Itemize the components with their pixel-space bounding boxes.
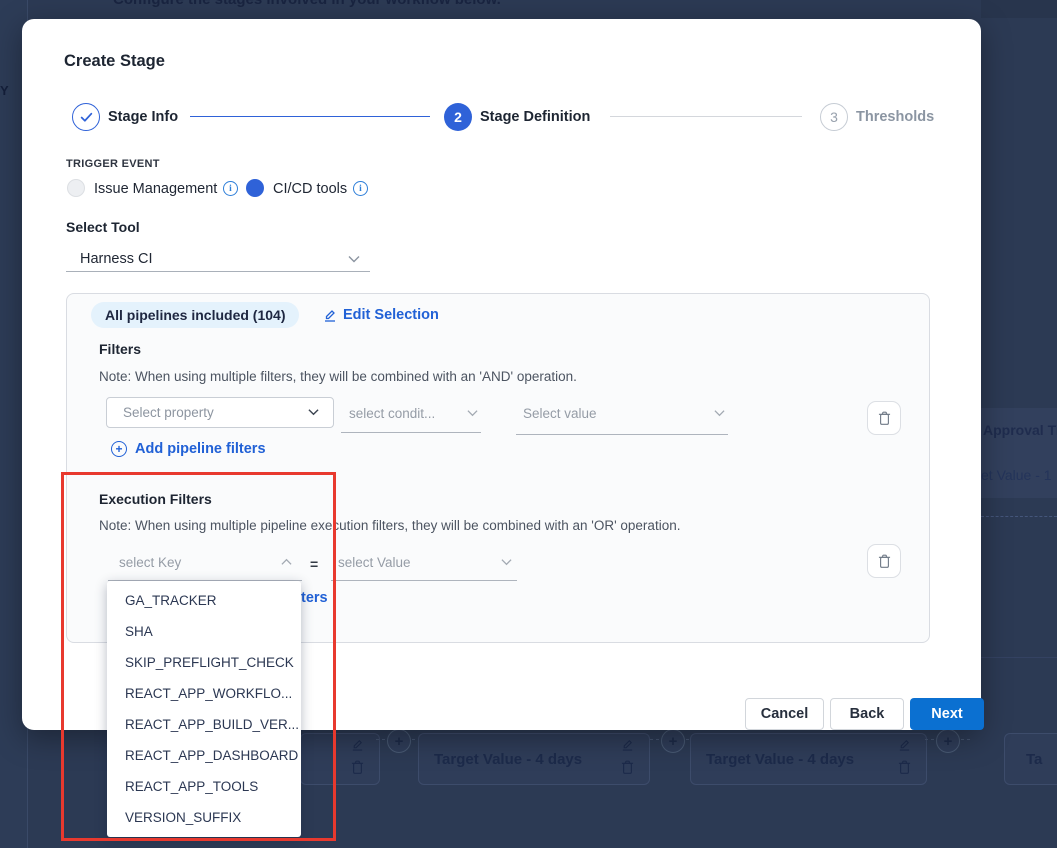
radio-issue-management-label[interactable]: Issue Management: [94, 181, 217, 197]
edit-selection-link[interactable]: Edit Selection: [323, 307, 439, 323]
edit-pencil-icon: [323, 308, 337, 322]
dropdown-option[interactable]: VERSION_SUFFIX: [107, 802, 301, 833]
add-stage-plus-icon: +: [936, 729, 960, 753]
filters-title: Filters: [99, 341, 141, 357]
select-tool-label: Select Tool: [66, 219, 140, 235]
select-key-dropdown-menu: GA_TRACKER SHA SKIP_PREFLIGHT_CHECK REAC…: [107, 581, 301, 837]
add-pipeline-filters-link[interactable]: + Add pipeline filters: [111, 441, 266, 457]
execution-filters-title: Execution Filters: [99, 491, 212, 507]
trigger-event-label: TRIGGER EVENT: [66, 158, 160, 170]
connector-dash: [925, 739, 934, 740]
select-underline: [331, 580, 517, 581]
step-1-label[interactable]: Stage Info: [108, 109, 178, 125]
execution-filters-note: Note: When using multiple pipeline execu…: [99, 518, 680, 533]
trash-icon: [351, 760, 364, 775]
trash-icon: [878, 411, 891, 426]
connector-dash: [650, 739, 659, 740]
trash-icon: [898, 760, 911, 775]
background-stage-card: Target Value - 4 days: [690, 733, 927, 785]
info-icon[interactable]: i: [223, 181, 238, 196]
add-stage-plus-icon: +: [661, 729, 685, 753]
radio-issue-management[interactable]: [67, 179, 85, 197]
chevron-down-icon[interactable]: [501, 558, 512, 566]
chevron-down-icon[interactable]: [467, 409, 478, 417]
edit-pencil-icon: [351, 738, 364, 751]
background-stage-card: Ta: [1004, 733, 1057, 785]
dropdown-option[interactable]: REACT_APP_TOOLS: [107, 771, 301, 802]
select-underline: [66, 271, 370, 272]
chevron-down-icon: [308, 408, 319, 416]
back-button[interactable]: Back: [830, 698, 904, 730]
select-property-dropdown[interactable]: Select property: [106, 397, 334, 428]
dropdown-option[interactable]: GA_TRACKER: [107, 585, 301, 616]
dropdown-option[interactable]: SKIP_PREFLIGHT_CHECK: [107, 647, 301, 678]
filters-note: Note: When using multiple filters, they …: [99, 369, 577, 384]
dropdown-option[interactable]: REACT_APP_BUILD_VER...: [107, 709, 301, 740]
dropdown-option[interactable]: SHA: [107, 616, 301, 647]
plus-circle-icon: +: [111, 441, 127, 457]
screen: Y Configure the stages involved in your …: [0, 0, 1057, 848]
select-key-dropdown[interactable]: select Key: [119, 555, 181, 570]
pipelines-included-badge: All pipelines included (104): [91, 302, 299, 328]
connector-dash: [376, 739, 385, 740]
chevron-up-icon[interactable]: [281, 558, 292, 566]
step-number: 3: [830, 109, 838, 125]
info-icon[interactable]: i: [353, 181, 368, 196]
delete-filter-button[interactable]: [867, 401, 901, 435]
add-execution-filters-link-fragment[interactable]: ters: [301, 590, 328, 606]
edit-pencil-icon: [621, 738, 634, 751]
background-header-band: [981, 0, 1057, 18]
delete-execution-filter-button[interactable]: [867, 544, 901, 578]
select-value-dropdown[interactable]: Select value: [523, 406, 597, 421]
select-underline: [341, 432, 481, 433]
sidebar-text-fragment: Y: [0, 83, 9, 98]
next-button[interactable]: Next: [910, 698, 984, 730]
dropdown-option[interactable]: REACT_APP_DASHBOARD: [107, 740, 301, 771]
select-value-dropdown[interactable]: select Value: [338, 555, 411, 570]
trash-icon: [621, 760, 634, 775]
cancel-button[interactable]: Cancel: [745, 698, 824, 730]
trash-icon: [878, 554, 891, 569]
stepper-connector: [610, 116, 802, 117]
radio-cicd-tools-label[interactable]: CI/CD tools: [273, 181, 347, 197]
select-property-placeholder: Select property: [123, 405, 214, 420]
select-underline: [516, 434, 728, 435]
add-pipeline-filters-label: Add pipeline filters: [135, 441, 266, 457]
stepper-connector: [190, 116, 430, 117]
chevron-down-icon[interactable]: [714, 409, 725, 417]
background-target-text: et Value - 1: [981, 467, 1052, 483]
radio-cicd-tools[interactable]: [246, 179, 264, 197]
step-number: 2: [454, 109, 462, 125]
step-1-complete-circle[interactable]: [72, 103, 100, 131]
background-approval-text: Approval Tir: [983, 422, 1057, 438]
background-stage-card: [300, 733, 380, 785]
dropdown-option[interactable]: REACT_APP_WORKFLO...: [107, 678, 301, 709]
background-dashed-divider: [981, 516, 1057, 517]
background-banner-text: Configure the stages involved in your wo…: [113, 0, 501, 8]
stage-card-label: Target Value - 4 days: [434, 751, 582, 768]
equals-sign: =: [310, 556, 318, 572]
select-condition-dropdown[interactable]: select condit...: [349, 406, 435, 421]
add-stage-plus-icon: +: [387, 729, 411, 753]
edit-pencil-icon: [898, 738, 911, 751]
background-divider: [981, 657, 1057, 658]
modal-title: Create Stage: [64, 52, 165, 71]
background-stage-card: Target Value - 4 days: [418, 733, 650, 785]
stage-card-label: Ta: [1026, 751, 1042, 768]
check-icon: [80, 112, 93, 123]
connector-dash: [961, 739, 970, 740]
step-2-active-circle[interactable]: 2: [444, 103, 472, 131]
step-3-circle[interactable]: 3: [820, 103, 848, 131]
stage-card-label: Target Value - 4 days: [706, 751, 854, 768]
chevron-down-icon[interactable]: [348, 255, 360, 263]
select-tool-value[interactable]: Harness CI: [80, 251, 153, 267]
step-3-label[interactable]: Thresholds: [856, 109, 934, 125]
step-2-label[interactable]: Stage Definition: [480, 109, 590, 125]
edit-selection-label: Edit Selection: [343, 307, 439, 323]
